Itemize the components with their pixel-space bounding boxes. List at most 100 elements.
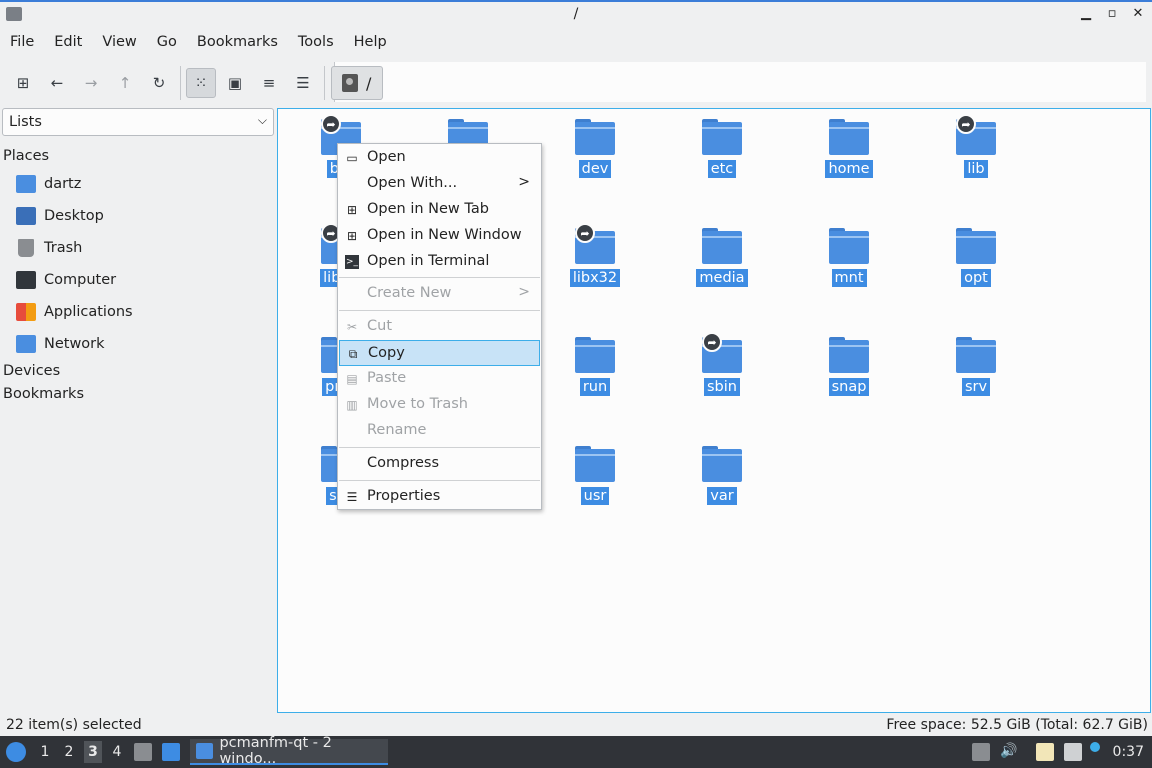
taskbar: 1 2 3 4 pcmanfm-qt - 2 windo... 🔊 0:37 (0, 735, 1152, 768)
new-tab-button[interactable]: ⊞ (8, 68, 38, 98)
workspace-1[interactable]: 1 (36, 744, 54, 760)
menu-item-label: Open With... (367, 175, 458, 191)
path-bar[interactable] (334, 62, 1146, 102)
file-item-media[interactable]: media (662, 218, 782, 318)
icon-view-button[interactable]: ⁙ (186, 68, 216, 98)
folder-icon (702, 119, 742, 155)
file-item-mnt[interactable]: mnt (789, 218, 909, 318)
minimize-button[interactable]: ▁ (1080, 6, 1092, 21)
file-item-dev[interactable]: dev (535, 109, 655, 209)
file-item-sbin[interactable]: ➦ sbin (662, 327, 782, 427)
taskbar-task-pcmanfm[interactable]: pcmanfm-qt - 2 windo... (190, 735, 388, 767)
file-name: usr (580, 487, 610, 505)
menu-bar: File Edit View Go Bookmarks Tools Help (0, 30, 1152, 56)
symlink-icon: ➦ (702, 332, 722, 352)
sidebar-item-applications[interactable]: Applications (16, 298, 133, 326)
sidebar-item-computer[interactable]: Computer (16, 266, 116, 294)
up-button[interactable]: ↑ (110, 68, 140, 98)
devices-header[interactable]: Devices (3, 363, 60, 379)
clipboard-icon[interactable] (1036, 743, 1054, 761)
network-icon (16, 335, 36, 353)
side-pane-mode-select[interactable]: Lists ⌵ (2, 108, 274, 136)
menu-item-label: Move to Trash (367, 396, 468, 412)
sidebar-item-desktop[interactable]: Desktop (16, 202, 104, 230)
storage-icon[interactable] (972, 743, 990, 761)
menu-item-cut[interactable]: ✂ Cut (339, 314, 540, 340)
status-bar: 22 item(s) selected Free space: 52.5 GiB… (0, 716, 1152, 736)
arrow-up-icon: ↑ (118, 74, 132, 92)
volume-icon[interactable]: 🔊 (1000, 743, 1018, 761)
file-name: srv (961, 378, 991, 396)
start-menu-icon[interactable] (6, 742, 26, 762)
close-button[interactable]: ✕ (1132, 6, 1144, 21)
show-desktop-icon[interactable] (162, 743, 180, 761)
file-item-run[interactable]: run (535, 327, 655, 427)
home-folder-icon (16, 175, 36, 193)
file-name: var (707, 487, 737, 505)
selection-status: 22 item(s) selected (6, 717, 142, 733)
file-item-srv[interactable]: srv (916, 327, 1036, 427)
file-item-snap[interactable]: snap (789, 327, 909, 427)
thumbnail-view-button[interactable]: ▣ (220, 68, 250, 98)
menu-edit[interactable]: Edit (44, 30, 92, 56)
file-name: dev (578, 160, 612, 178)
arrow-right-icon: → (84, 74, 98, 92)
menu-tools[interactable]: Tools (288, 30, 344, 56)
sidebar-item-dartz[interactable]: dartz (16, 170, 81, 198)
file-name: etc (707, 160, 737, 178)
menu-item-open-new-window[interactable]: ⊞ Open in New Window (339, 223, 540, 249)
menu-item-properties[interactable]: ☰ Properties (339, 484, 540, 510)
file-manager-launcher-icon[interactable] (134, 743, 152, 761)
menu-separator (339, 480, 540, 481)
sidebar-item-network[interactable]: Network (16, 330, 105, 358)
detailed-view-button[interactable]: ☰ (288, 68, 318, 98)
file-item-lib[interactable]: ➦ lib (916, 109, 1036, 209)
copy-icon: ⧉ (348, 346, 358, 361)
file-item-opt[interactable]: opt (916, 218, 1036, 318)
menu-help[interactable]: Help (344, 30, 397, 56)
menu-item-copy[interactable]: ⧉ Copy (339, 340, 540, 366)
places-header[interactable]: Places (3, 148, 49, 164)
workspace-2[interactable]: 2 (60, 744, 78, 760)
menu-item-rename[interactable]: Rename (339, 418, 540, 444)
folder-icon (829, 119, 869, 155)
file-item-var[interactable]: var (662, 436, 782, 536)
menu-item-label: Copy (368, 345, 405, 361)
menu-item-open-new-tab[interactable]: ⊞ Open in New Tab (339, 197, 540, 223)
network-monitor-icon[interactable] (1064, 743, 1082, 761)
menu-item-open-with[interactable]: Open With... > (339, 171, 540, 197)
menu-item-open[interactable]: ▭ Open (339, 145, 540, 171)
file-item-usr[interactable]: usr (535, 436, 655, 536)
reload-button[interactable]: ↻ (144, 68, 174, 98)
workspace-4[interactable]: 4 (108, 744, 126, 760)
menu-file[interactable]: File (0, 30, 44, 56)
forward-button[interactable]: → (76, 68, 106, 98)
applications-icon (16, 303, 36, 321)
bookmarks-header[interactable]: Bookmarks (3, 386, 84, 402)
workspace-3[interactable]: 3 (84, 741, 102, 763)
menu-item-compress[interactable]: Compress (339, 451, 540, 477)
file-item-etc[interactable]: etc (662, 109, 782, 209)
sidebar-item-trash[interactable]: Trash (16, 234, 82, 262)
clock[interactable]: 0:37 (1113, 744, 1144, 760)
file-item-home[interactable]: home (789, 109, 909, 209)
menu-view[interactable]: View (92, 30, 146, 56)
compact-view-button[interactable]: ≡ (254, 68, 284, 98)
notification-icon[interactable] (1090, 742, 1100, 752)
path-root-button[interactable]: / (331, 66, 383, 100)
menu-item-paste[interactable]: ▤ Paste (339, 366, 540, 392)
menu-item-create-new[interactable]: Create New > (339, 281, 540, 307)
chevron-down-icon: ⌵ (257, 113, 267, 127)
folder-icon (575, 337, 615, 373)
file-name: run (579, 378, 611, 396)
menu-go[interactable]: Go (147, 30, 187, 56)
maximize-button[interactable]: ▫ (1106, 6, 1118, 21)
image-icon: ▣ (227, 74, 243, 92)
menu-item-open-terminal[interactable]: >_ Open in Terminal (339, 249, 540, 275)
file-item-libx32[interactable]: ➦ libx32 (535, 218, 655, 318)
detailed-list-icon: ☰ (296, 74, 310, 92)
menu-bookmarks[interactable]: Bookmarks (187, 30, 288, 56)
folder-icon (702, 228, 742, 264)
menu-item-move-to-trash[interactable]: ▥ Move to Trash (339, 392, 540, 418)
back-button[interactable]: ← (42, 68, 72, 98)
